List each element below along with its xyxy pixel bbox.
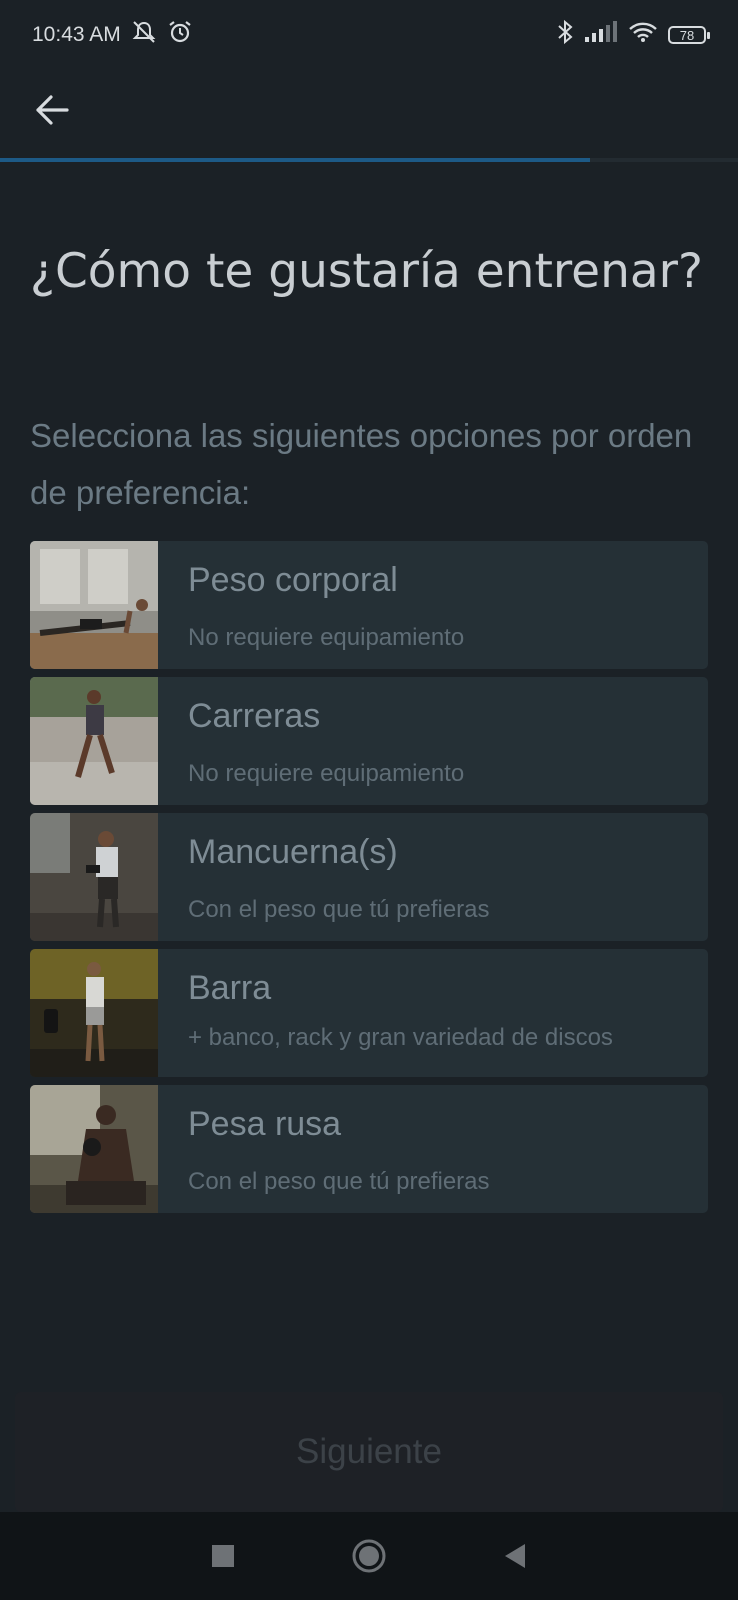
arrow-left-icon [36,95,69,125]
option-description: No requiere equipamiento [188,760,465,787]
bluetooth-icon [556,19,574,51]
header [0,70,738,160]
muted-alarm-icon [131,20,157,50]
status-time: 10:43 AM [32,23,121,46]
home-button[interactable] [347,1534,391,1578]
barbell-image [30,949,158,1077]
next-button[interactable]: Siguiente [15,1392,723,1512]
recents-square-icon [212,1545,234,1567]
page-title: ¿Cómo te gustaría entrenar? [30,244,703,299]
dumbbells-image [30,813,158,941]
option-running[interactable]: Carreras No requiere equipamiento [30,677,708,805]
option-title: Mancuerna(s) [188,833,398,871]
option-description: Con el peso que tú prefieras [188,1168,490,1195]
option-title: Barra [188,969,272,1007]
option-bodyweight[interactable]: Peso corporal No requiere equipamiento [30,541,708,669]
kettlebell-image [30,1085,158,1213]
option-dumbbells[interactable]: Mancuerna(s) Con el peso que tú prefiera… [30,813,708,941]
option-title: Carreras [188,697,321,735]
option-title: Pesa rusa [188,1105,342,1143]
option-description: Con el peso que tú prefieras [188,896,490,923]
back-triangle-icon [505,1544,525,1568]
page-subtitle: Selecciona las siguientes opciones por o… [30,417,693,511]
wifi-icon [628,21,658,49]
option-description: + banco, rack y gran variedad de discos [188,1024,613,1051]
alarm-icon [167,19,193,51]
option-kettlebell[interactable]: Pesa rusa Con el peso que tú prefieras [30,1085,708,1213]
battery-icon: 78 [668,26,710,44]
running-image [30,677,158,805]
progress-bar [0,158,738,162]
bodyweight-image [30,541,158,669]
system-navbar [0,1512,738,1600]
option-barbell[interactable]: Barra + banco, rack y gran variedad de d… [30,949,708,1077]
progress-fill [0,158,591,162]
back-button[interactable] [32,90,72,130]
home-circle-icon [352,1539,386,1573]
option-title: Peso corporal [188,561,398,599]
system-back-button[interactable] [493,1534,537,1578]
option-description: No requiere equipamiento [188,624,465,651]
status-bar: 10:43 AM 78 [0,0,738,70]
signal-icon [584,21,618,49]
recents-button[interactable] [201,1534,245,1578]
options-list: Peso corporal No requiere equipamiento C… [30,541,708,1221]
